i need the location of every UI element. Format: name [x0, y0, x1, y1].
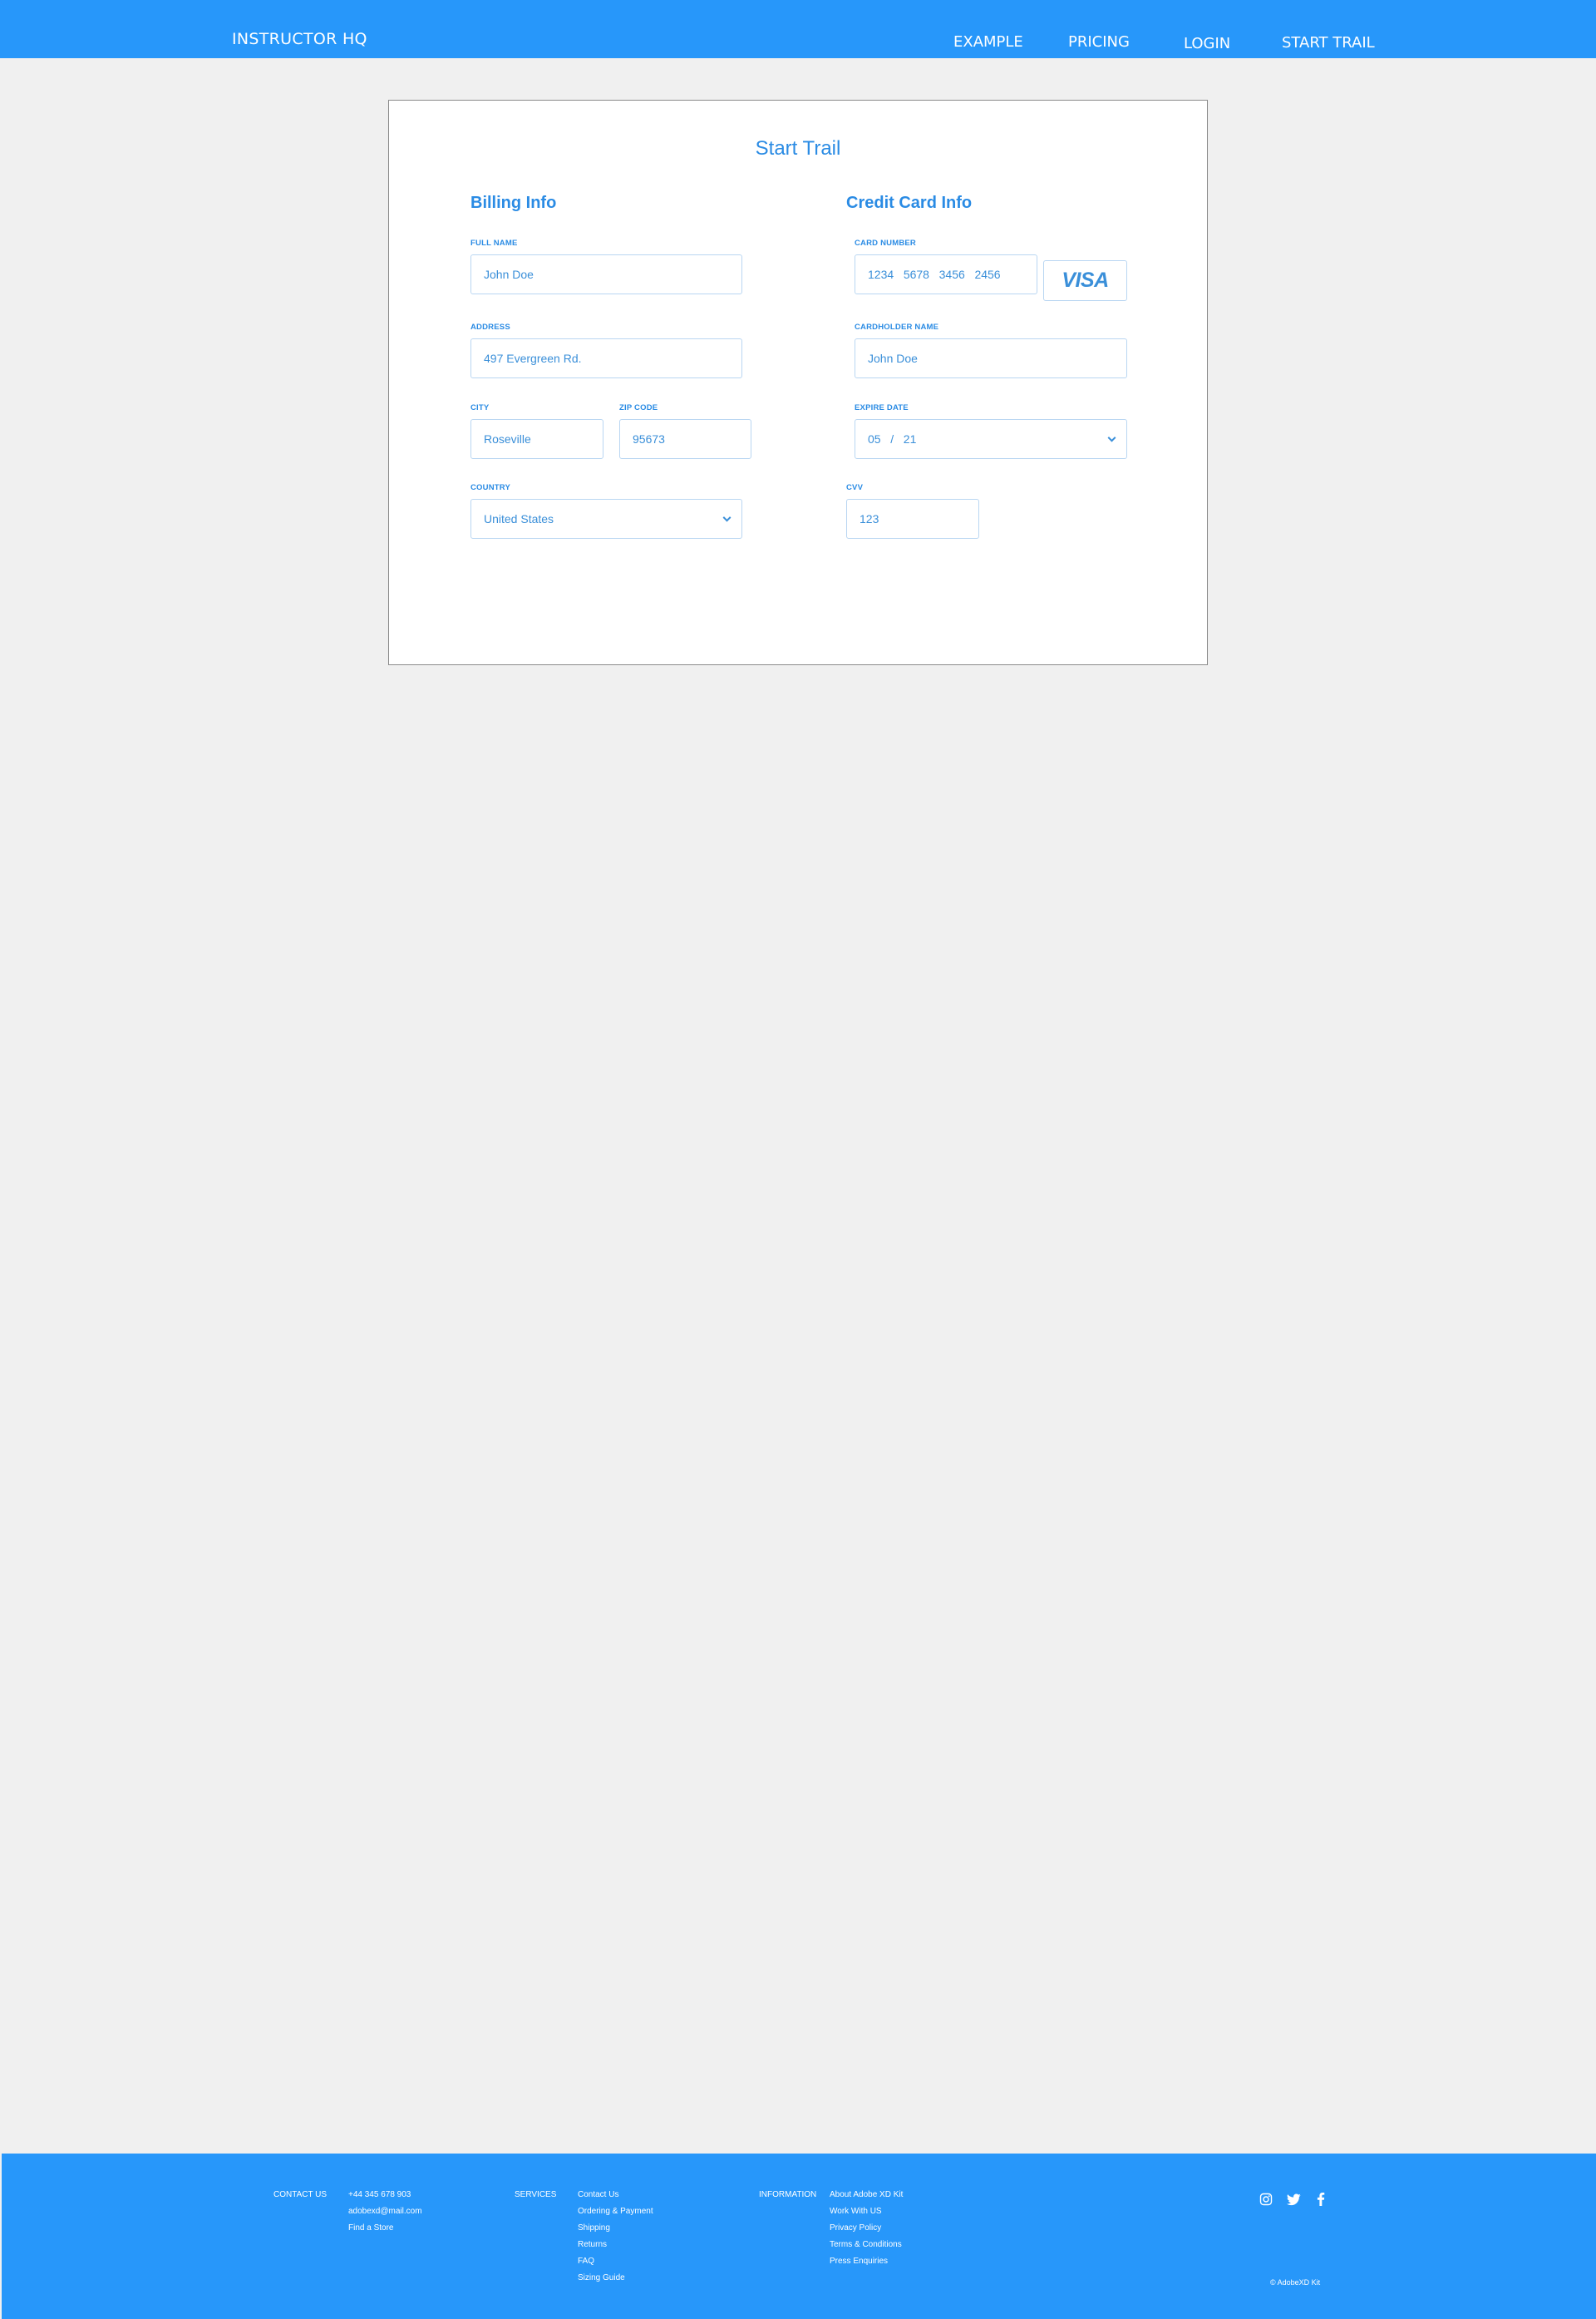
zip-code-input[interactable]: [633, 432, 738, 446]
footer-find-store-link[interactable]: Find a Store: [348, 2223, 393, 2233]
footer-services-heading: SERVICES: [515, 2190, 557, 2199]
footer-information-heading: INFORMATION: [759, 2190, 817, 2199]
full-name-field[interactable]: [470, 254, 742, 294]
address-label: ADDRESS: [470, 323, 510, 332]
footer-link-faq[interactable]: FAQ: [578, 2257, 594, 2266]
footer-email-link[interactable]: adobexd@mail.com: [348, 2207, 422, 2216]
twitter-icon[interactable]: [1286, 2192, 1301, 2207]
footer-link-work-with-us[interactable]: Work With US: [830, 2207, 882, 2216]
card-number-input[interactable]: [868, 268, 1024, 281]
footer-link-press[interactable]: Press Enquiries: [830, 2257, 888, 2266]
cardholder-name-field[interactable]: [855, 338, 1127, 378]
facebook-icon[interactable]: [1313, 2192, 1328, 2207]
footer-link-contact-us[interactable]: Contact Us: [578, 2190, 618, 2199]
nav-example[interactable]: EXAMPLE: [953, 33, 1023, 51]
country-label: COUNTRY: [470, 483, 511, 492]
footer-copyright: © AdobeXD Kit: [1270, 2278, 1321, 2287]
cvv-label: CVV: [846, 483, 864, 492]
footer-link-privacy-policy[interactable]: Privacy Policy: [830, 2223, 881, 2233]
expire-date-value: 05 / 21: [868, 432, 917, 446]
card-number-field[interactable]: [855, 254, 1037, 294]
zip-code-label: ZIP CODE: [619, 403, 658, 412]
cvv-field[interactable]: [846, 499, 979, 539]
footer-link-about[interactable]: About Adobe XD Kit: [830, 2190, 903, 2199]
chevron-down-icon: [722, 513, 732, 522]
brand-logo-text[interactable]: INSTRUCTOR HQ: [232, 30, 367, 48]
footer-link-sizing-guide[interactable]: Sizing Guide: [578, 2273, 625, 2282]
footer-link-returns[interactable]: Returns: [578, 2240, 607, 2249]
cvv-input[interactable]: [860, 512, 966, 525]
footer-contact-heading: CONTACT US: [273, 2190, 328, 2199]
full-name-input[interactable]: [484, 268, 729, 281]
expire-date-label: EXPIRE DATE: [855, 403, 909, 412]
nav-pricing[interactable]: PRICING: [1068, 33, 1130, 51]
top-nav-bar: INSTRUCTOR HQ EXAMPLE PRICING LOGIN STAR…: [0, 0, 1596, 58]
zip-code-field[interactable]: [619, 419, 751, 459]
city-input[interactable]: [484, 432, 590, 446]
footer-link-shipping[interactable]: Shipping: [578, 2223, 610, 2233]
nav-start-trail[interactable]: START TRAIL: [1282, 34, 1375, 52]
cardholder-name-input[interactable]: [868, 352, 1114, 365]
footer-link-terms[interactable]: Terms & Conditions: [830, 2240, 902, 2249]
page-title: Start Trail: [755, 137, 841, 160]
footer-link-ordering-payment[interactable]: Ordering & Payment: [578, 2207, 653, 2216]
country-selected-value: United States: [484, 512, 554, 525]
city-label: CITY: [470, 403, 490, 412]
full-name-label: FULL NAME: [470, 239, 518, 248]
visa-card-icon: VISA: [1043, 260, 1127, 301]
billing-info-heading: Billing Info: [470, 194, 557, 212]
chevron-down-icon: [1107, 433, 1116, 442]
city-field[interactable]: [470, 419, 603, 459]
address-field[interactable]: [470, 338, 742, 378]
start-trail-form-card: Start Trail Billing Info FULL NAME ADDRE…: [388, 100, 1208, 665]
credit-card-info-heading: Credit Card Info: [846, 194, 973, 212]
card-number-label: CARD NUMBER: [855, 239, 916, 248]
expire-date-select[interactable]: 05 / 21: [855, 419, 1127, 459]
site-footer: CONTACT US +44 345 678 903 adobexd@mail.…: [2, 2154, 1596, 2319]
address-input[interactable]: [484, 352, 729, 365]
footer-phone: +44 345 678 903: [348, 2190, 411, 2199]
country-select[interactable]: United States: [470, 499, 742, 539]
cardholder-name-label: CARDHOLDER NAME: [855, 323, 939, 332]
nav-login[interactable]: LOGIN: [1184, 35, 1230, 52]
instagram-icon[interactable]: [1259, 2192, 1273, 2207]
